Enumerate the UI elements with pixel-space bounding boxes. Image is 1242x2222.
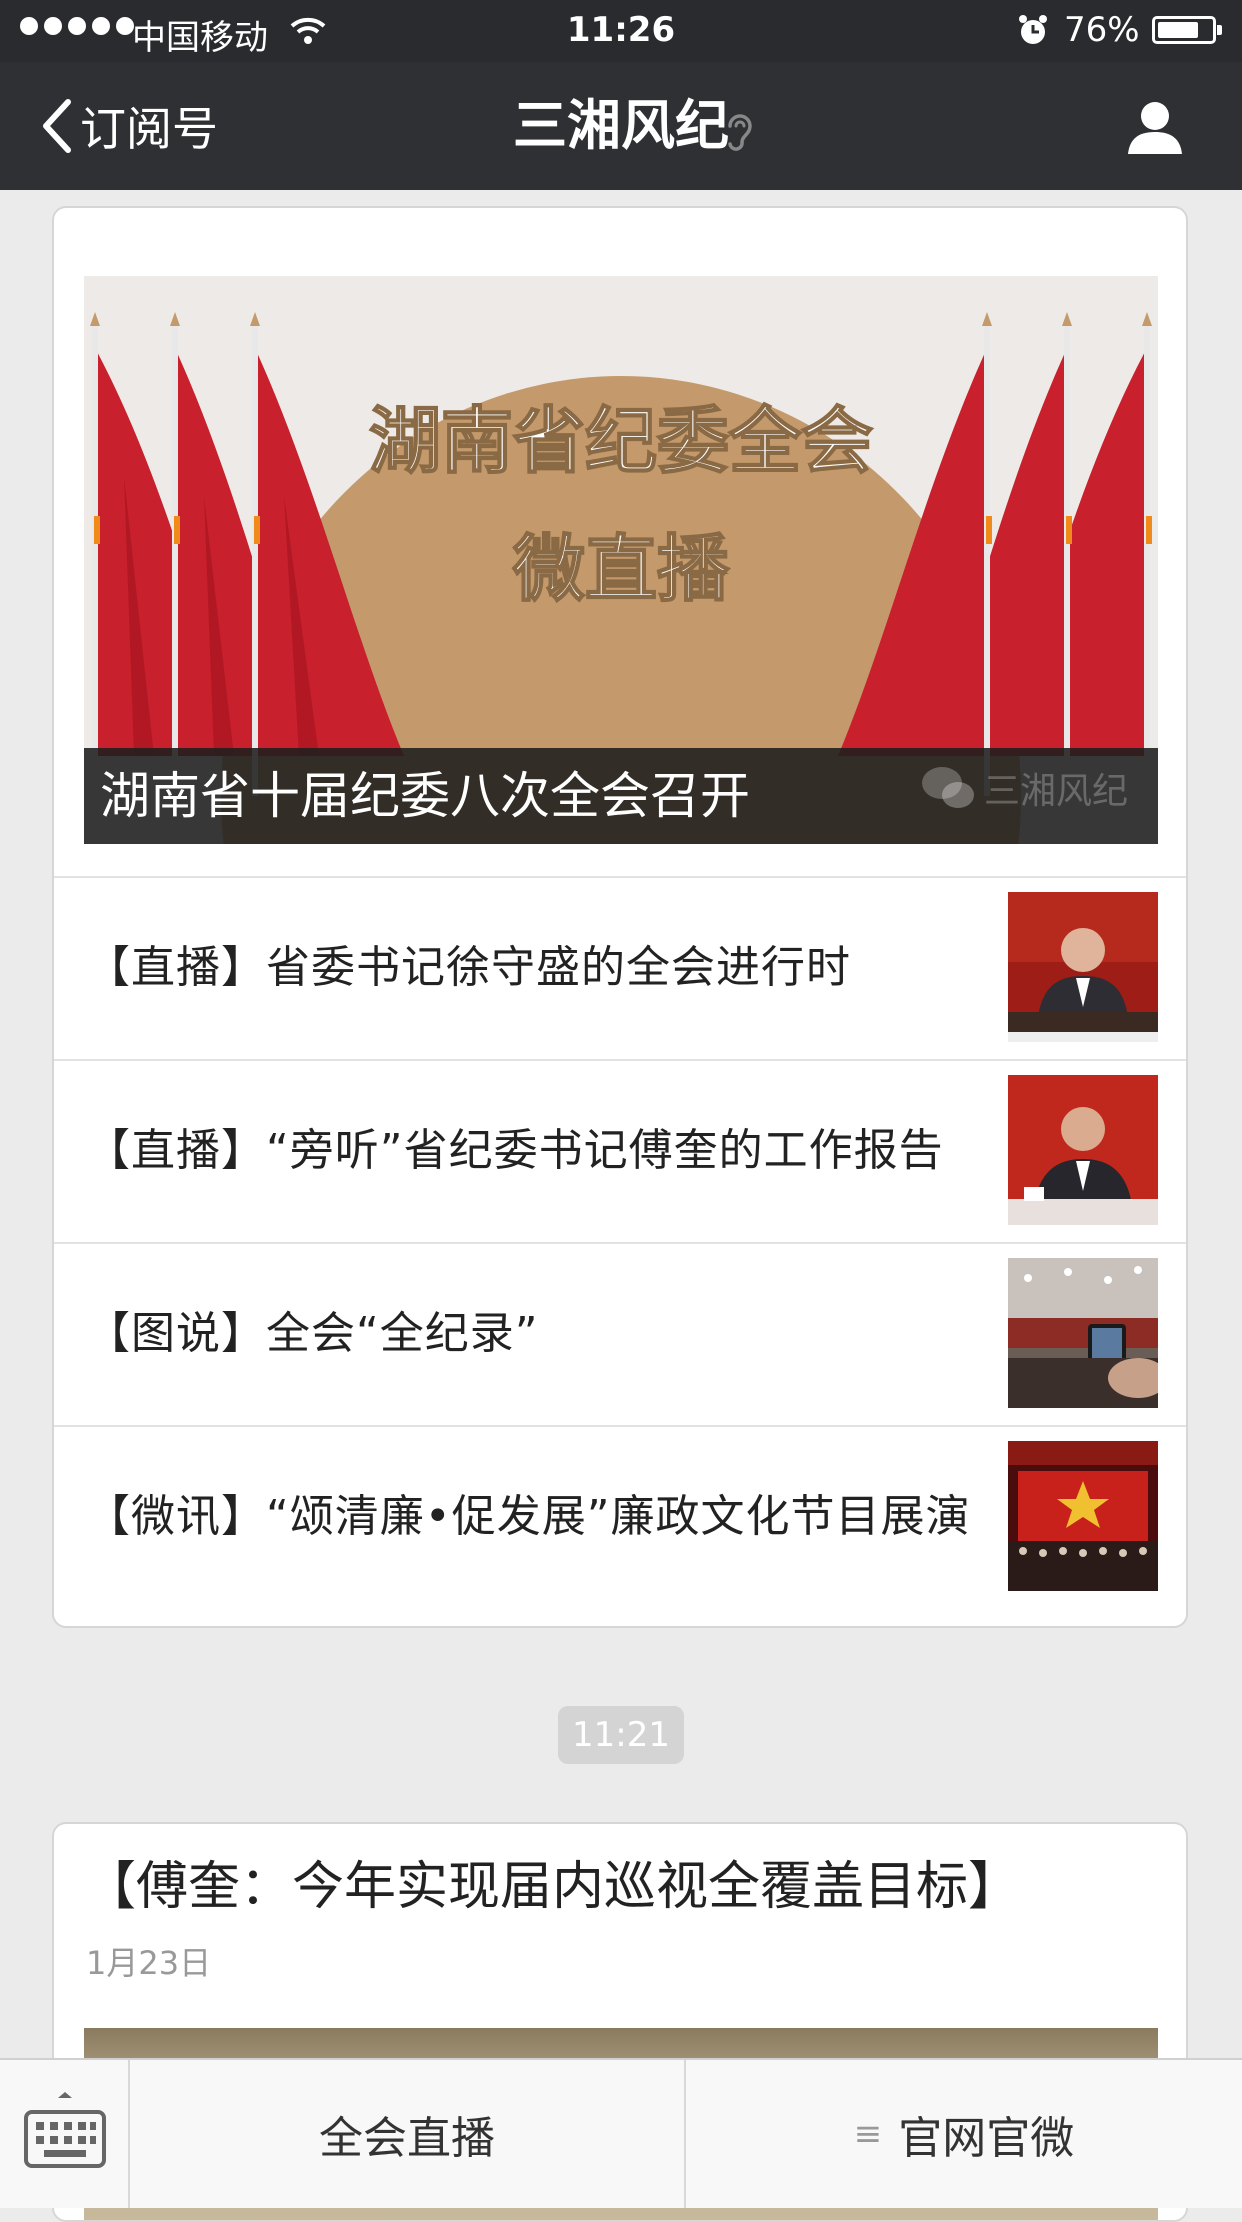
thumbnail-image [1008,1441,1158,1591]
cover-illustration: 湖南省纪委全会 微直播 [84,276,1158,844]
menu-button-label: 官网官微 [898,2113,1075,2164]
list-item-title: 【直播】省委书记徐守盛的全会进行时 [86,942,851,993]
submenu-icon: ≡ [853,2114,883,2154]
battery-icon [1152,16,1222,44]
article-title: 【傅奎：今年实现届内巡视全覆盖目标】 [84,1857,1021,1917]
article-card[interactable]: 湖南省纪委全会 微直播 湖南省十届纪委八次全会召开 三湘风纪 【直播】省委书记徐… [52,206,1188,1628]
article-date: 1月23日 [86,1944,212,1982]
wechat-logo-icon [921,767,974,808]
cover-title-line2: 微直播 [512,527,730,611]
ear-icon [728,114,752,151]
list-item[interactable]: 【直播】省委书记徐守盛的全会进行时 [54,876,1186,1059]
list-item[interactable]: 【图说】全会“全纪录” [54,1242,1186,1425]
bottom-menu: 全会直播 ≡ 官网官微 [0,2058,1242,2208]
list-item[interactable]: 【直播】“旁听”省纪委书记傅奎的工作报告 [54,1059,1186,1242]
list-item-title: 【图说】全会“全纪录” [86,1308,539,1359]
menu-button-live[interactable]: 全会直播 [130,2060,686,2208]
alarm-clock-icon [1019,15,1047,44]
clock: 11:26 [566,10,676,50]
list-item-title: 【微讯】“颂清廉•促发展”廉政文化节目展演 [86,1491,971,1542]
cover-image[interactable]: 湖南省纪委全会 微直播 湖南省十届纪委八次全会召开 三湘风纪 [84,276,1158,844]
menu-button-official[interactable]: ≡ 官网官微 [686,2060,1242,2208]
menu-button-label: 全会直播 [319,2113,495,2164]
watermark: 三湘风纪 [920,762,1128,814]
cover-title-line1: 湖南省纪委全会 [369,399,873,483]
thumbnail-image [1008,892,1158,1042]
thumbnail-image [1008,1075,1158,1225]
keyboard-toggle-button[interactable] [0,2060,130,2208]
keyboard-icon [24,2092,106,2168]
profile-icon[interactable] [1124,96,1186,158]
navigation-bar: 订阅号 三湘风纪 [0,62,1242,190]
article-headline: 湖南省十届纪委八次全会召开 [100,767,750,825]
list-item-title: 【直播】“旁听”省纪委书记傅奎的工作报告 [86,1125,944,1176]
watermark-text: 三湘风纪 [983,771,1128,812]
status-bar: 中国移动 11:26 76% [0,0,1242,62]
list-item[interactable]: 【微讯】“颂清廉•促发展”廉政文化节目展演 [54,1425,1186,1608]
battery-percentage: 76% [1064,10,1140,50]
message-timestamp: 11:21 [558,1706,684,1764]
page-title: 三湘风纪 [513,94,729,157]
thumbnail-image [1008,1258,1158,1408]
